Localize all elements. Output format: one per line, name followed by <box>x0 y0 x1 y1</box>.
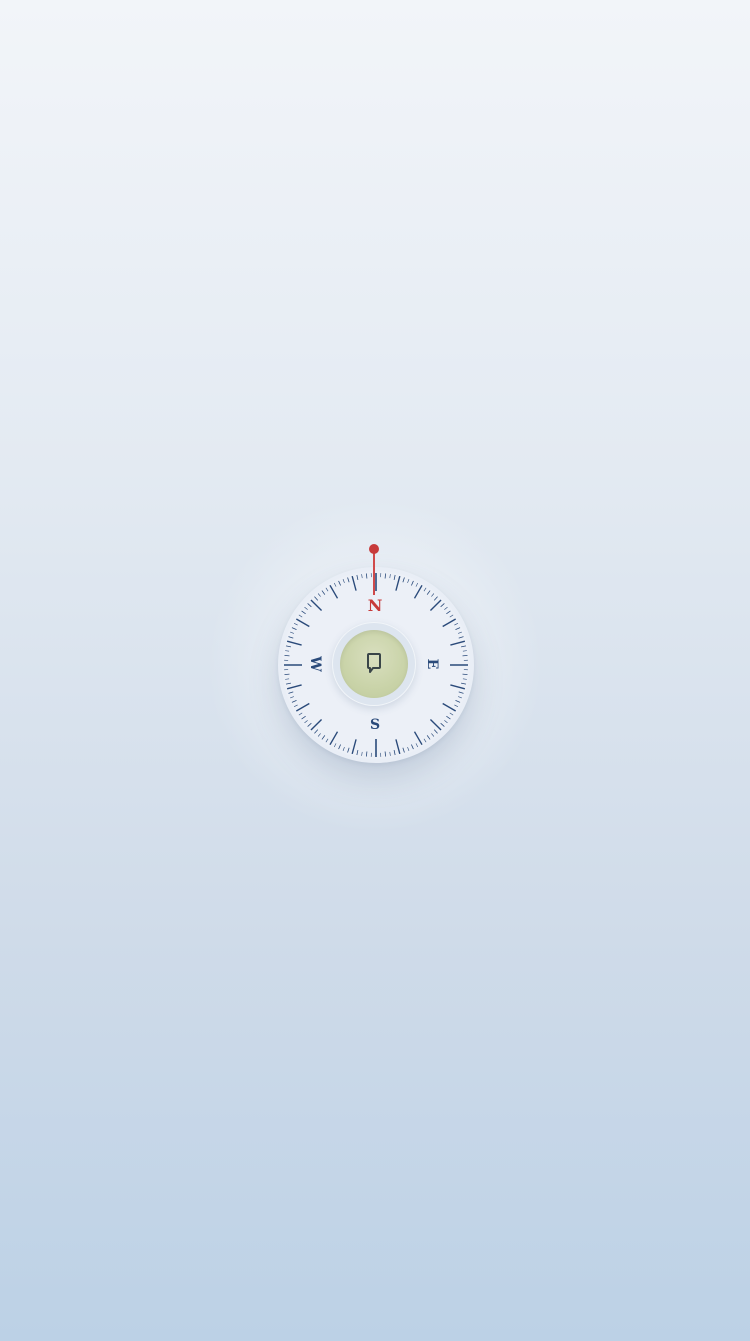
north-needle <box>373 549 375 595</box>
dial-tick <box>462 673 468 676</box>
cardinal-west: W <box>307 655 323 672</box>
dial-tick <box>384 751 387 757</box>
cardinal-north: N <box>368 596 383 615</box>
compass-screen: { "compass": { "cardinals": { "north": "… <box>0 0 750 1341</box>
dial-tick <box>384 573 387 579</box>
dial-tick <box>284 654 290 657</box>
dial-tick <box>365 751 368 757</box>
dial-tick <box>365 573 368 579</box>
cardinal-south: S <box>370 717 380 733</box>
location-pin-icon <box>367 653 381 673</box>
needle-tip <box>369 544 379 554</box>
cardinal-east: E <box>424 659 440 670</box>
center-button[interactable] <box>340 630 408 698</box>
dial-tick <box>462 654 468 657</box>
dial-tick <box>284 673 290 676</box>
